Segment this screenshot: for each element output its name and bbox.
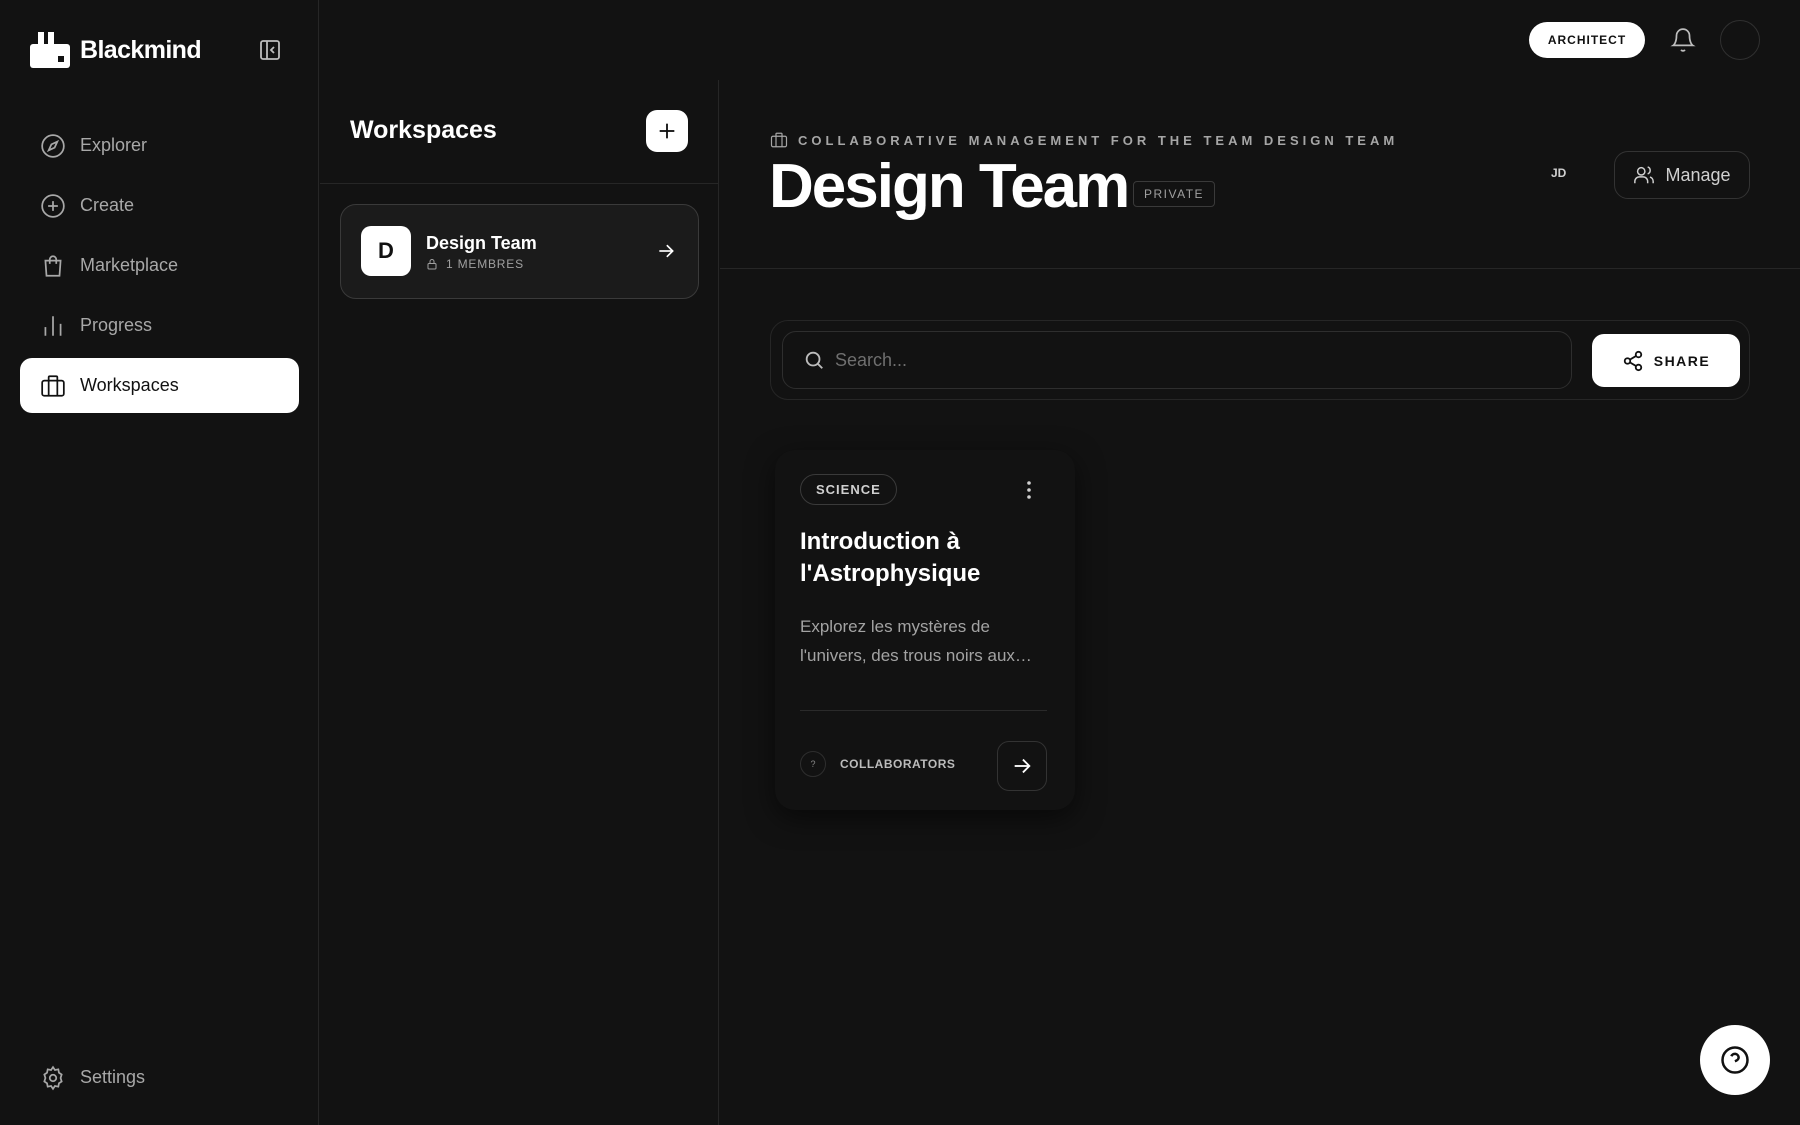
help-circle-icon	[1721, 1046, 1749, 1074]
sidebar-item-workspaces[interactable]: Workspaces	[20, 358, 299, 413]
search-icon	[805, 351, 823, 369]
briefcase-icon	[770, 132, 788, 148]
help-button[interactable]	[1700, 1025, 1770, 1095]
divider	[800, 710, 1047, 711]
manage-button-label: Manage	[1665, 164, 1731, 185]
role-badge[interactable]: ARCHITECT	[1529, 22, 1645, 58]
workspaces-panel-header: Workspaces	[320, 80, 718, 184]
bell-icon[interactable]	[1670, 27, 1696, 53]
briefcase-icon	[41, 374, 65, 397]
arrow-right-icon	[1014, 758, 1031, 774]
workspace-card[interactable]: D Design Team 1 MEMBRES	[340, 204, 699, 299]
workspaces-panel: Workspaces D Design Team 1 MEMBRES	[320, 80, 719, 1125]
search-input[interactable]	[835, 349, 1535, 371]
user-avatar[interactable]	[1720, 20, 1760, 60]
sidebar-item-label: Marketplace	[80, 255, 179, 275]
lock-icon	[427, 259, 437, 270]
share-button[interactable]: SHARE	[1592, 334, 1740, 387]
arrow-right-icon	[659, 244, 674, 258]
sidebar-nav: Explorer Create Marketplace Progress Wor…	[20, 118, 299, 418]
workspace-members: 1 MEMBRES	[426, 257, 524, 271]
sidebar-item-label: Explorer	[80, 135, 148, 155]
gear-icon	[43, 1065, 63, 1090]
workspace-name: Design Team	[426, 233, 537, 253]
bar-chart-icon	[44, 315, 62, 336]
course-card[interactable]: SCIENCE Introduction à l'Astrophysique E…	[775, 450, 1075, 810]
sidebar-item-label: Progress	[80, 315, 153, 335]
sidebar-item-create[interactable]: Create	[20, 178, 299, 233]
page-title: Design Team	[769, 152, 1130, 221]
search-bar: SHARE	[770, 320, 1750, 400]
shopping-bag-icon	[44, 254, 62, 277]
sidebar: Blackmind Explorer Create Marketplace Pr…	[0, 0, 319, 1125]
compass-icon	[41, 133, 65, 158]
workspace-members-count: 1 MEMBRES	[446, 257, 524, 271]
sidebar-collapse-icon[interactable]	[258, 38, 282, 62]
collaborator-avatar: ?	[800, 751, 826, 777]
share-button-label: SHARE	[1653, 352, 1711, 369]
brand[interactable]: Blackmind	[30, 32, 202, 68]
manage-button[interactable]: Manage	[1614, 151, 1750, 199]
sidebar-item-label: Create	[80, 195, 135, 215]
course-description: Explorez les mystères de l'univers, des …	[800, 617, 1032, 665]
course-title: Introduction à l'Astrophysique	[800, 528, 981, 587]
visibility-badge: PRIVATE	[1133, 181, 1216, 207]
plus-circle-icon	[41, 193, 65, 218]
sidebar-item-settings[interactable]: Settings	[20, 1050, 299, 1105]
users-icon	[1634, 166, 1655, 184]
sidebar-item-progress[interactable]: Progress	[20, 298, 299, 353]
search-field[interactable]	[782, 331, 1572, 389]
factory-icon	[30, 32, 70, 68]
course-category-tag: SCIENCE	[800, 474, 897, 505]
open-course-button[interactable]	[997, 741, 1047, 791]
workspaces-panel-title: Workspaces	[350, 116, 497, 144]
sidebar-item-marketplace[interactable]: Marketplace	[20, 238, 299, 293]
member-initials[interactable]: JD	[1551, 166, 1566, 180]
share-icon	[1623, 350, 1642, 371]
sidebar-item-explorer[interactable]: Explorer	[20, 118, 299, 173]
collaborators-label: COLLABORATORS	[840, 757, 956, 771]
sidebar-item-label: Settings	[80, 1067, 146, 1087]
more-vertical-icon[interactable]	[1019, 478, 1039, 502]
brand-name: Blackmind	[80, 35, 202, 64]
workspace-avatar: D	[361, 226, 411, 276]
add-workspace-button[interactable]	[646, 110, 688, 152]
workspace-subtitle: COLLABORATIVE MANAGEMENT FOR THE TEAM DE…	[770, 131, 1398, 149]
workspace-subtitle-text: COLLABORATIVE MANAGEMENT FOR THE TEAM DE…	[798, 132, 1399, 148]
sidebar-item-label: Workspaces	[80, 375, 179, 395]
plus-icon	[659, 123, 675, 139]
